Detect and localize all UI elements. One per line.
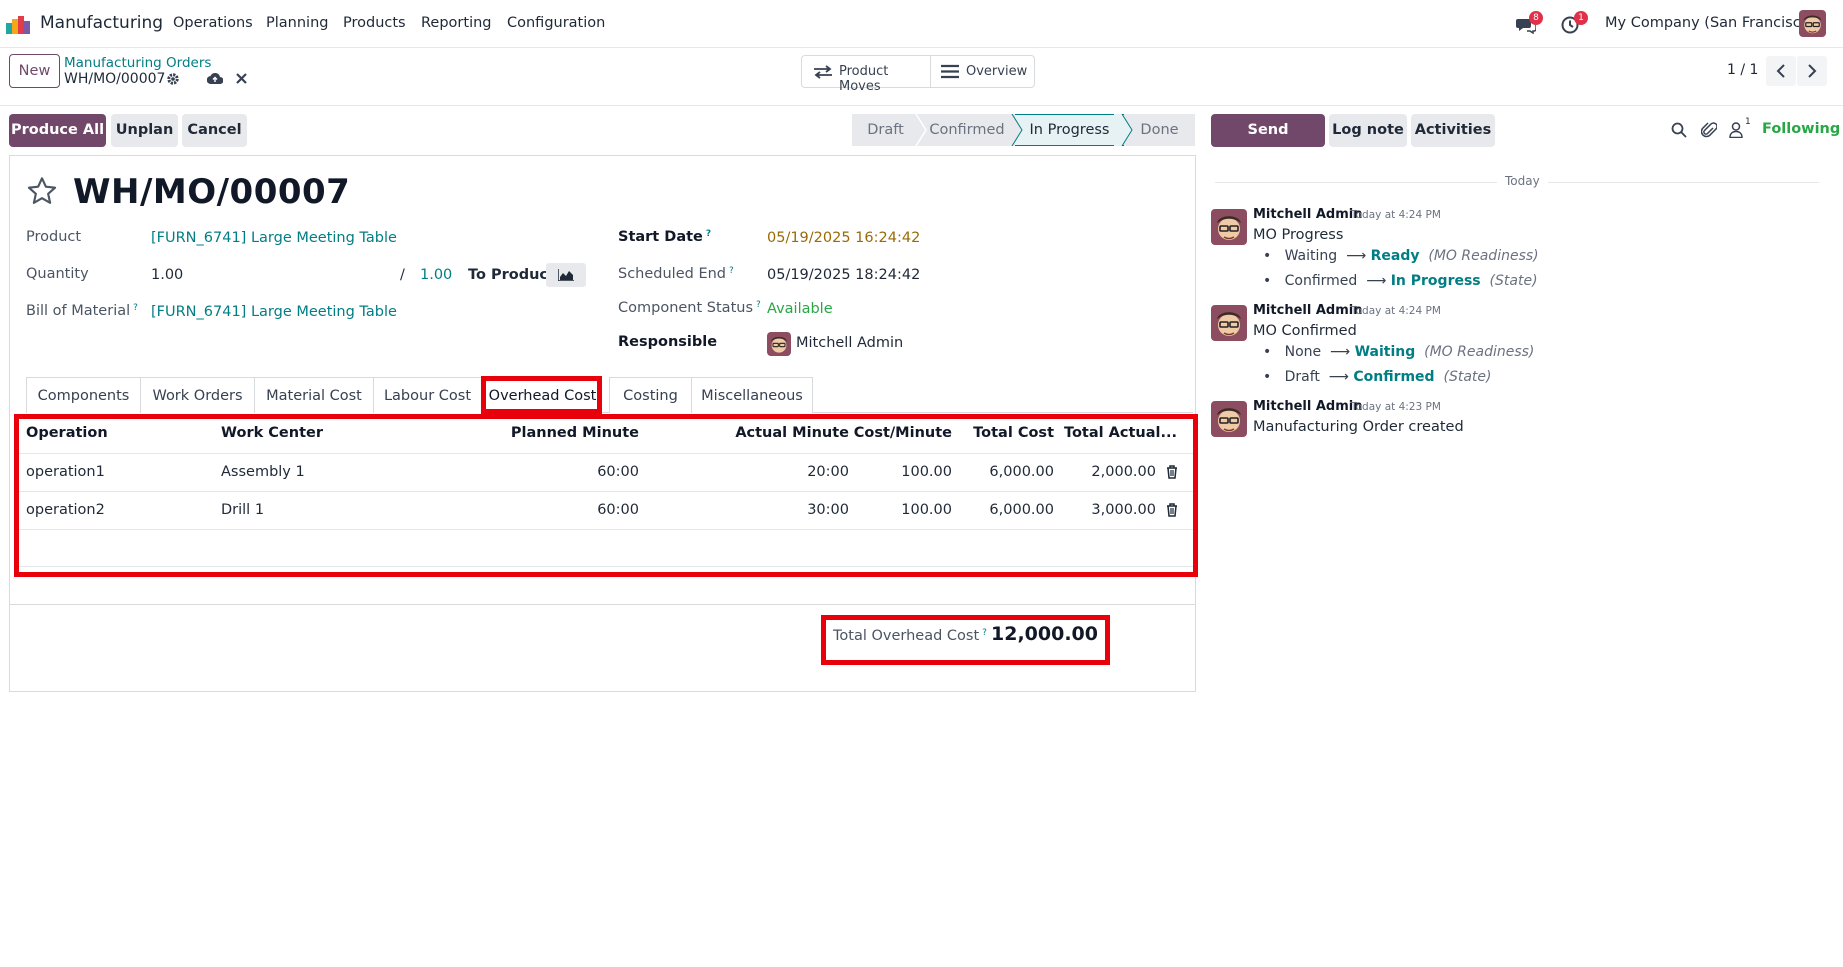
chevron-right-icon [1808,64,1817,78]
author-avatar[interactable] [1211,305,1247,341]
smart-buttons: Product Moves Overview [801,55,1035,94]
message-time: Today at 4:24 PM [1351,209,1441,221]
unplan-button[interactable]: Unplan [111,114,178,147]
responsible-label: Responsible [618,334,718,350]
record-title[interactable]: WH/MO/00007 [73,172,350,212]
breadcrumb-current: WH/MO/00007 [64,71,166,87]
message-body: MO Confirmed [1253,323,1357,339]
divider [0,105,1843,106]
component-status-label: Component Status? [618,300,761,316]
author-avatar[interactable] [1211,401,1247,437]
overview-label: Overview [966,64,1028,79]
tracking-value: • Draft ⟶ Confirmed (State) [1263,369,1492,385]
app-name[interactable]: Manufacturing [40,13,163,33]
followers-count: 1 [1745,117,1751,127]
start-date-label: Start Date? [618,229,712,245]
menu-products[interactable]: Products [343,15,406,31]
author-avatar[interactable] [1211,209,1247,245]
to-produce-label: To Produce [468,267,558,283]
pager-previous-button[interactable] [1766,56,1796,86]
component-status-field: Available [767,301,833,317]
highlight-overhead-tab [481,376,602,414]
highlight-table [14,414,1198,577]
message-body: Manufacturing Order created [1253,419,1464,435]
day-separator: Today [1497,174,1548,188]
menu-planning[interactable]: Planning [266,15,328,31]
stage-in-progress[interactable]: In Progress [1015,114,1124,146]
quantity-label: Quantity [26,266,89,282]
status-bar: Draft Confirmed In Progress Done [852,114,1195,146]
divider [9,604,1196,605]
bom-label: Bill of Material? [26,303,138,319]
message-author[interactable]: Mitchell Admin [1253,207,1362,222]
menu-lines-icon [941,64,959,79]
company-switcher[interactable]: My Company (San Francisco) [1605,15,1815,31]
manufacturing-icon[interactable] [6,14,30,34]
stage-confirmed[interactable]: Confirmed [919,114,1015,146]
star-icon[interactable] [26,175,58,207]
activities-badge: 1 [1574,11,1588,25]
new-button[interactable]: New [9,54,60,88]
produce-all-button[interactable]: Produce All [9,114,106,147]
tab-components[interactable]: Components [26,377,141,413]
stage-arrow [1004,114,1023,146]
message-author[interactable]: Mitchell Admin [1253,399,1362,414]
stage-arrow [1114,114,1133,146]
cloud-upload-icon[interactable] [207,72,223,85]
responsible-field[interactable]: Mitchell Admin [796,335,903,351]
message-body: MO Progress [1253,227,1344,243]
paperclip-icon[interactable] [1701,121,1717,139]
pager-value[interactable]: 1 / 1 [1727,62,1758,78]
product-moves-label: Product Moves [839,64,889,94]
log-note-button[interactable]: Log note [1329,114,1407,147]
forecast-button[interactable] [546,263,586,287]
pager-next-button[interactable] [1797,56,1827,86]
tab-costing[interactable]: Costing [609,377,692,413]
close-icon[interactable] [236,73,247,84]
message-time: Today at 4:23 PM [1351,401,1441,413]
bom-field[interactable]: [FURN_6741] Large Meeting Table [151,304,397,320]
messages-badge: 8 [1529,11,1543,25]
tracking-value: • Waiting ⟶ Ready (MO Readiness) [1263,248,1539,264]
chevron-left-icon [1776,64,1785,78]
quantity-separator: / [400,267,405,283]
message-time: Today at 4:24 PM [1351,305,1441,317]
user-avatar[interactable] [1799,10,1826,37]
menu-operations[interactable]: Operations [173,15,253,31]
scheduled-end-label: Scheduled End? [618,266,734,282]
user-icon[interactable] [1729,122,1743,138]
overview-button[interactable]: Overview [931,56,1035,87]
start-date-field[interactable]: 05/19/2025 16:24:42 [767,230,920,246]
tab-work-orders[interactable]: Work Orders [140,377,255,413]
product-field[interactable]: [FURN_6741] Large Meeting Table [151,230,397,246]
send-message-button[interactable]: Send message [1211,114,1325,170]
area-chart-icon [558,269,574,281]
tracking-value: • None ⟶ Waiting (MO Readiness) [1263,344,1535,360]
exchange-icon [813,65,833,79]
tab-material-cost[interactable]: Material Cost [254,377,374,413]
search-icon[interactable] [1671,122,1687,138]
responsible-avatar [767,332,791,356]
activities-button[interactable]: Activities [1411,114,1495,147]
tab-labour-cost[interactable]: Labour Cost [373,377,482,413]
highlight-total [821,615,1110,665]
tab-miscellaneous[interactable]: Miscellaneous [691,377,813,413]
cancel-button[interactable]: Cancel [182,114,247,147]
tracking-value: • Confirmed ⟶ In Progress (State) [1263,273,1538,289]
menu-configuration[interactable]: Configuration [507,15,605,31]
top-navbar: Manufacturing Operations Planning Produc… [0,0,1843,48]
message-author[interactable]: Mitchell Admin [1253,303,1362,318]
gear-icon[interactable] [166,72,180,86]
quantity-field[interactable]: 1.00 [151,267,183,283]
product-label: Product [26,229,82,245]
following-button[interactable]: Following [1762,121,1840,137]
breadcrumb-manufacturing-orders[interactable]: Manufacturing Orders [64,55,211,71]
stage-arrow [908,114,927,146]
quantity-target: 1.00 [420,267,453,283]
product-moves-button[interactable]: Product Moves [802,56,931,94]
menu-reporting[interactable]: Reporting [421,15,492,31]
scheduled-end-field[interactable]: 05/19/2025 18:24:42 [767,267,920,283]
